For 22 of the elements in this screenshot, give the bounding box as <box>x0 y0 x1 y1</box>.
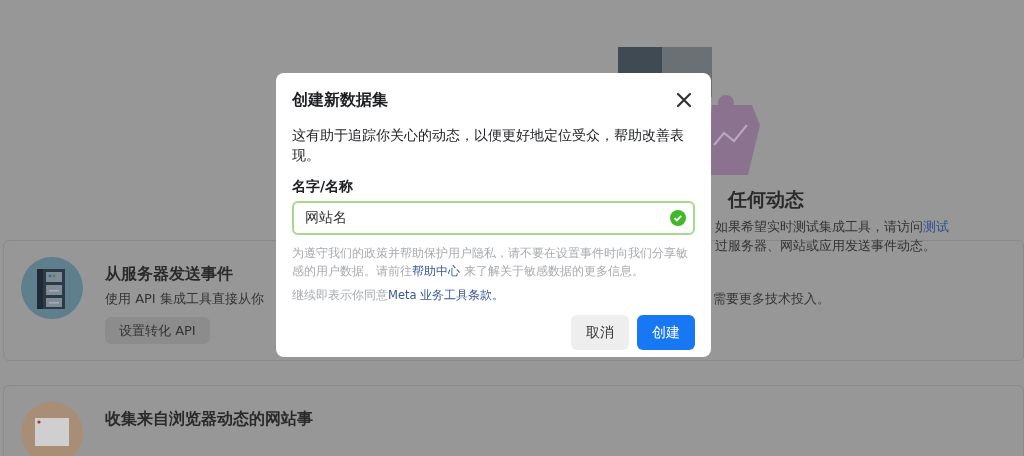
terms-text: 继续即表示你同意Meta 业务工具条款。 <box>292 287 506 304</box>
card-description: 需要更多技术投入。 <box>713 290 830 308</box>
dialog-description: 这有助于追踪你关心的动态，以便更好地定位受众，帮助改善表现。 <box>292 126 685 165</box>
close-button[interactable] <box>676 92 692 108</box>
empty-state-text: 如果希望实时测试集成工具，请访问测试 <box>715 218 950 236</box>
setup-api-button[interactable]: 设置转化 API <box>105 317 210 344</box>
cancel-button[interactable]: 取消 <box>571 315 629 350</box>
dialog-title: 创建新数据集 <box>292 89 388 111</box>
browser-icon <box>21 402 83 456</box>
empty-state-title: 任何动态 <box>728 187 805 211</box>
create-button[interactable]: 创建 <box>637 315 695 350</box>
card-description: 使用 API 集成工具直接从你 <box>105 290 264 308</box>
name-input-field[interactable]: 网站名 <box>292 201 695 235</box>
close-icon <box>676 92 692 108</box>
card-title: 从服务器发送事件 <box>105 263 233 285</box>
field-label: 名字/名称 <box>292 177 355 196</box>
server-icon <box>21 257 83 319</box>
empty-state-text: 过服务器、网站或应用发送事件动态。 <box>715 237 937 255</box>
privacy-hint: 为遵守我们的政策并帮助保护用户隐私，请不要在设置事件时向我们分享敏感的用户数据。请前往帮助中心 来了解关于敏感数据的更多信息。 <box>292 245 689 280</box>
help-center-link[interactable]: 帮助中心 <box>412 264 460 278</box>
terms-link[interactable]: Meta 业务工具条款。 <box>388 288 505 302</box>
card-title: 收集来自浏览器动态的网站事 <box>105 408 313 430</box>
